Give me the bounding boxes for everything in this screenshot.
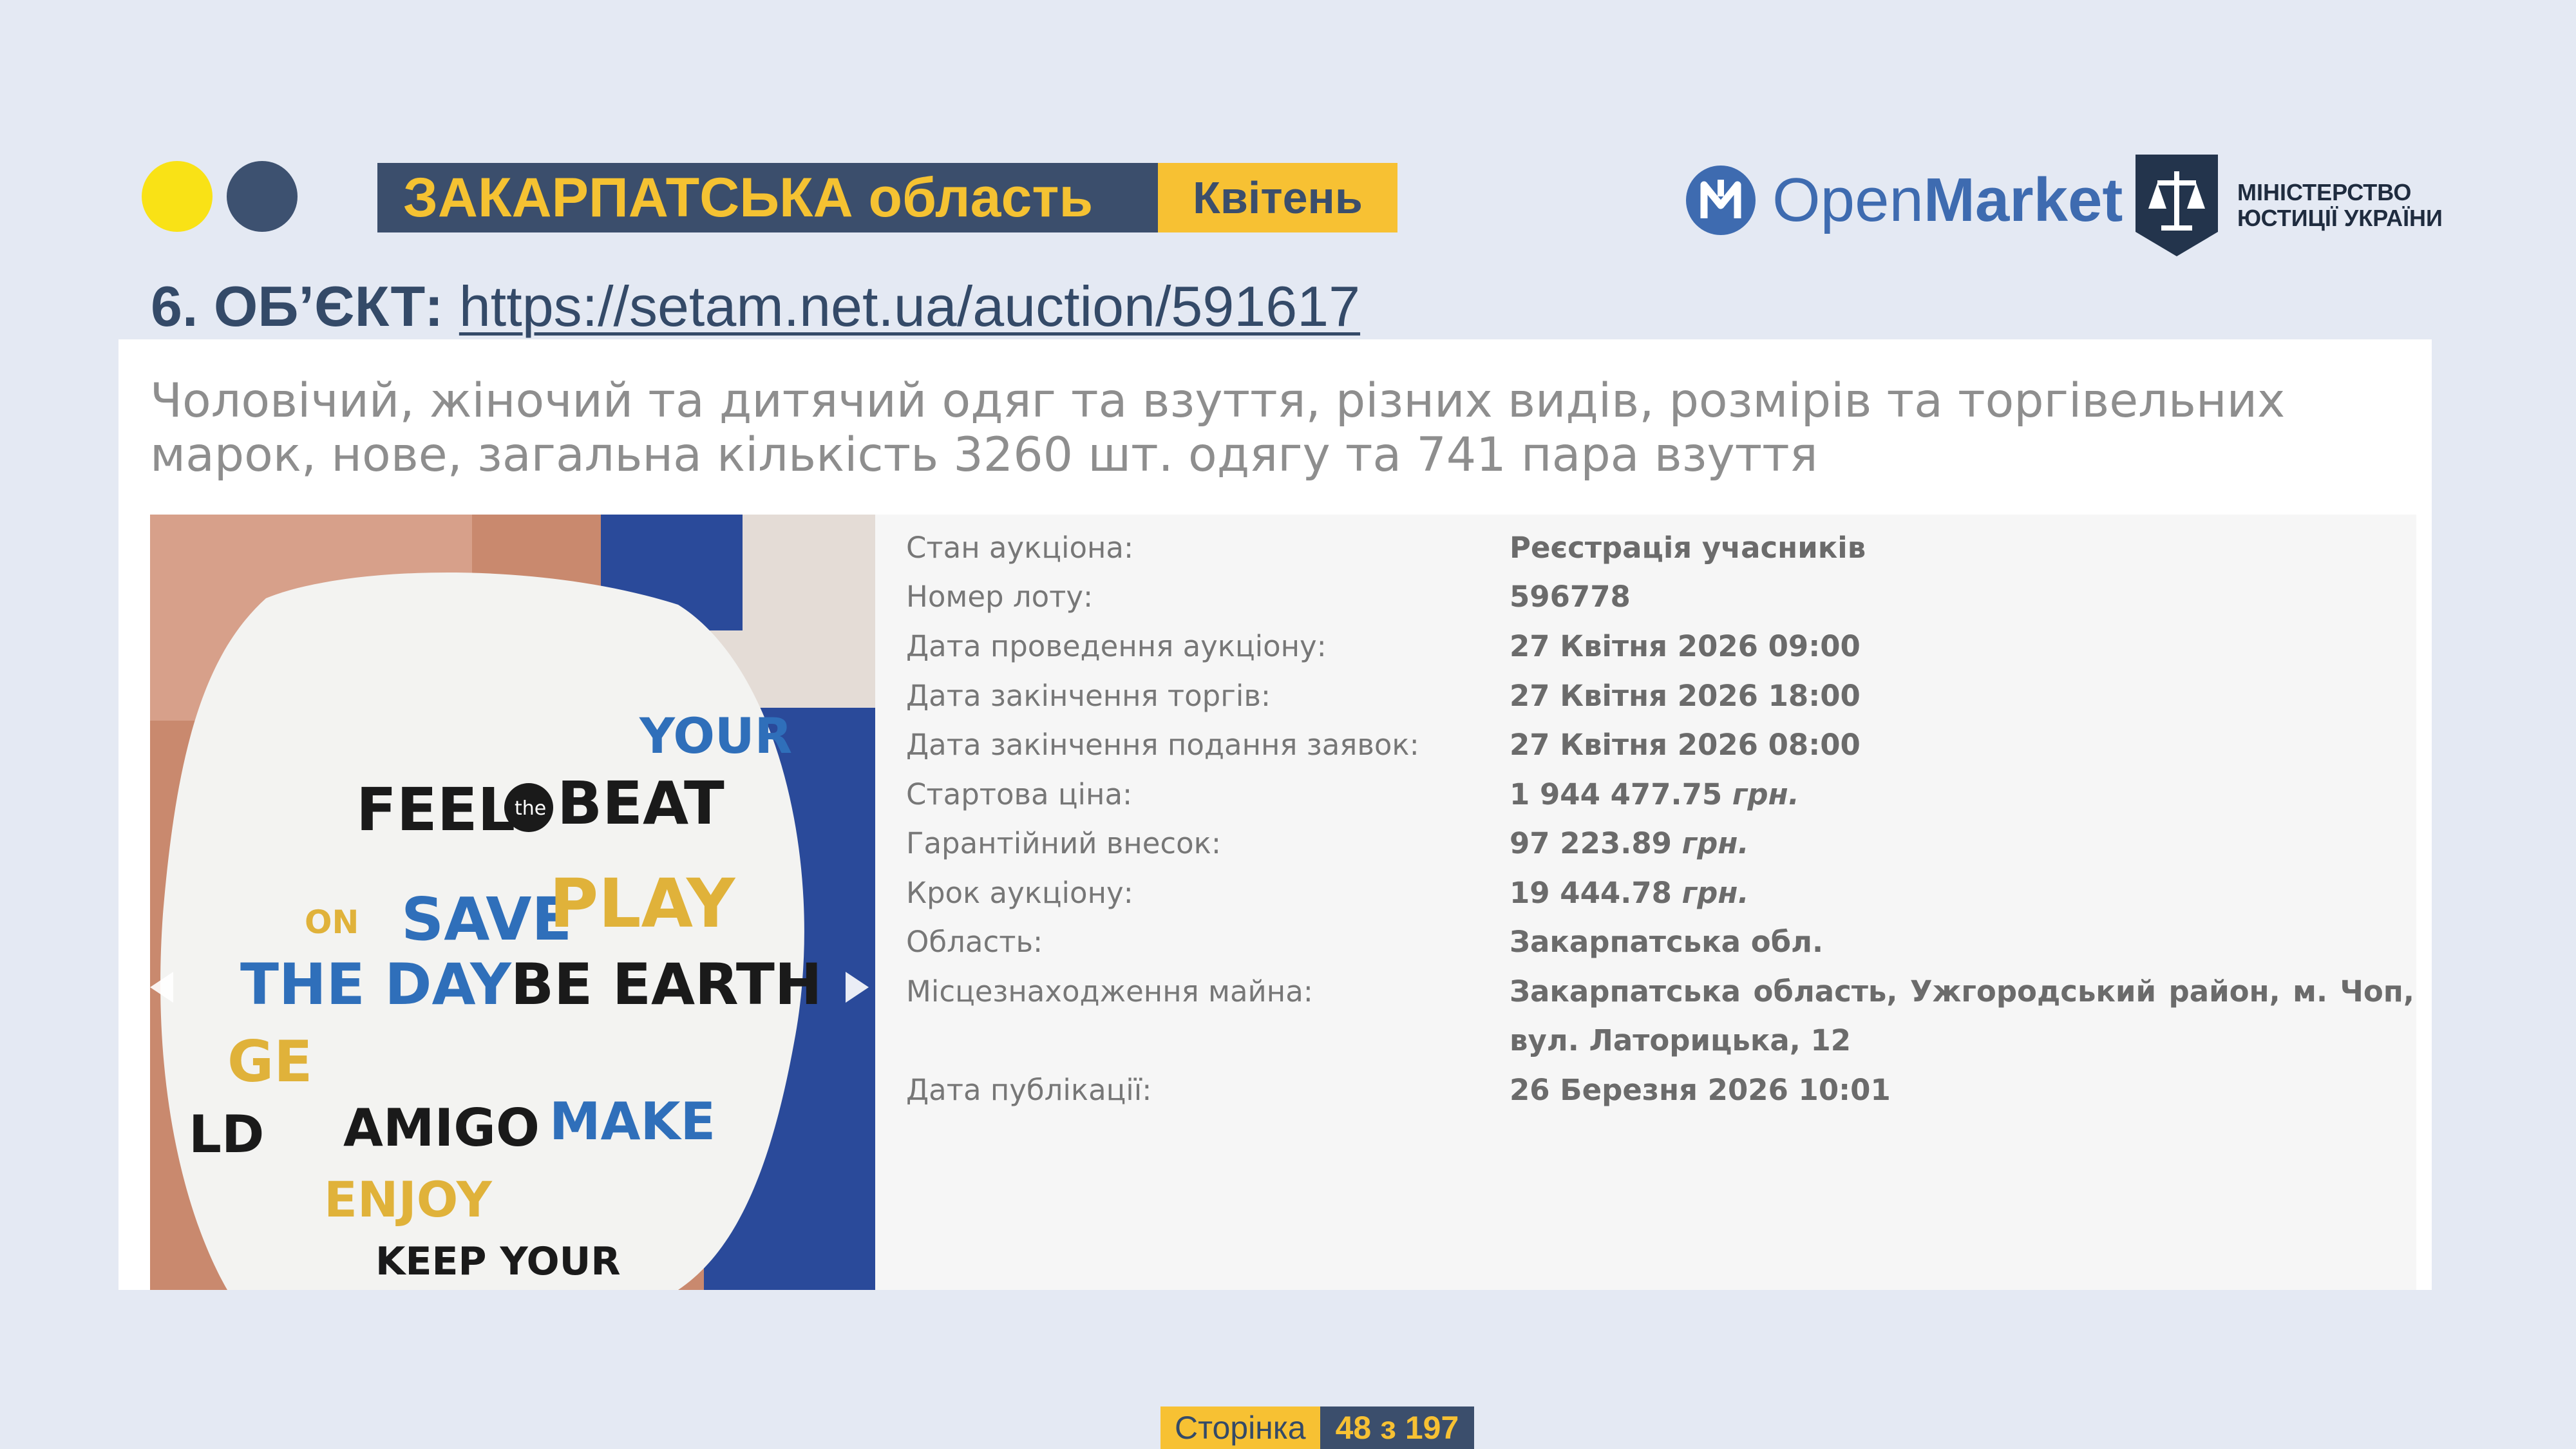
print-keep-your: KEEP YOUR bbox=[375, 1239, 621, 1284]
print-play: PLAY bbox=[549, 864, 736, 943]
page-label: Сторінка bbox=[1160, 1406, 1320, 1449]
month-badge: Квітень bbox=[1158, 163, 1397, 232]
print-be-earth: BE EARTH bbox=[511, 951, 822, 1018]
print-beat: BEAT bbox=[557, 769, 724, 838]
page-footer: Сторінка 48 з 197 bbox=[1160, 1406, 1475, 1449]
photo-next-arrow-icon[interactable] bbox=[846, 972, 869, 1003]
ministry-name: МІНІСТЕРСТВО ЮСТИЦІЇ УКРАЇНИ bbox=[2237, 179, 2443, 231]
print-amigo: AMIGO bbox=[343, 1098, 540, 1158]
openmarket-wordmark: OpenMarket bbox=[1772, 166, 2123, 234]
print-save: SAVE bbox=[401, 885, 572, 954]
print-the-day: THE DAY bbox=[240, 951, 512, 1018]
photo-prev-arrow-icon[interactable] bbox=[150, 972, 173, 1003]
print-make: MAKE bbox=[549, 1092, 715, 1151]
lot-details-panel: Стан аукціона: Реєстрація учасників Номе… bbox=[875, 515, 2416, 1290]
decor-dot-yellow bbox=[142, 161, 213, 232]
object-heading: 6. ОБ’ЄКТ: https://setam.net.ua/auction/… bbox=[151, 274, 1360, 339]
print-ge: GE bbox=[227, 1028, 312, 1095]
auction-link[interactable]: https://setam.net.ua/auction/591617 bbox=[459, 274, 1360, 338]
object-label: 6. ОБ’ЄКТ: bbox=[151, 274, 444, 338]
openmarket-logo: OpenMarket bbox=[1686, 165, 2123, 236]
tshirt-photo-image: FEEL the BEAT SAVE PLAY THE DAY BE EARTH… bbox=[150, 515, 875, 1290]
ministry-shield-icon bbox=[2136, 155, 2218, 256]
region-title: ЗАКАРПАТСЬКА область bbox=[377, 163, 1158, 232]
print-enjoy: ENJOY bbox=[324, 1171, 493, 1228]
openmarket-m-icon bbox=[1686, 166, 1756, 235]
page-number: 48 з 197 bbox=[1320, 1406, 1475, 1449]
print-feel: FEEL bbox=[356, 775, 515, 844]
print-on: ON bbox=[305, 904, 359, 941]
print-ld: LD bbox=[189, 1104, 264, 1164]
print-the: the bbox=[515, 797, 546, 820]
decor-dot-navy bbox=[227, 161, 298, 232]
ministry-of-justice-logo: МІНІСТЕРСТВО ЮСТИЦІЇ УКРАЇНИ bbox=[2136, 155, 2443, 256]
region-header-bar: ЗАКАРПАТСЬКА область Квітень bbox=[377, 163, 1397, 232]
lot-photo: FEEL the BEAT SAVE PLAY THE DAY BE EARTH… bbox=[150, 515, 875, 1290]
lot-card: Чоловічий, жіночий та дитячий одяг та вз… bbox=[118, 339, 2432, 1290]
lot-description: Чоловічий, жіночий та дитячий одяг та вз… bbox=[150, 374, 2286, 482]
print-your: YOUR bbox=[639, 707, 792, 764]
